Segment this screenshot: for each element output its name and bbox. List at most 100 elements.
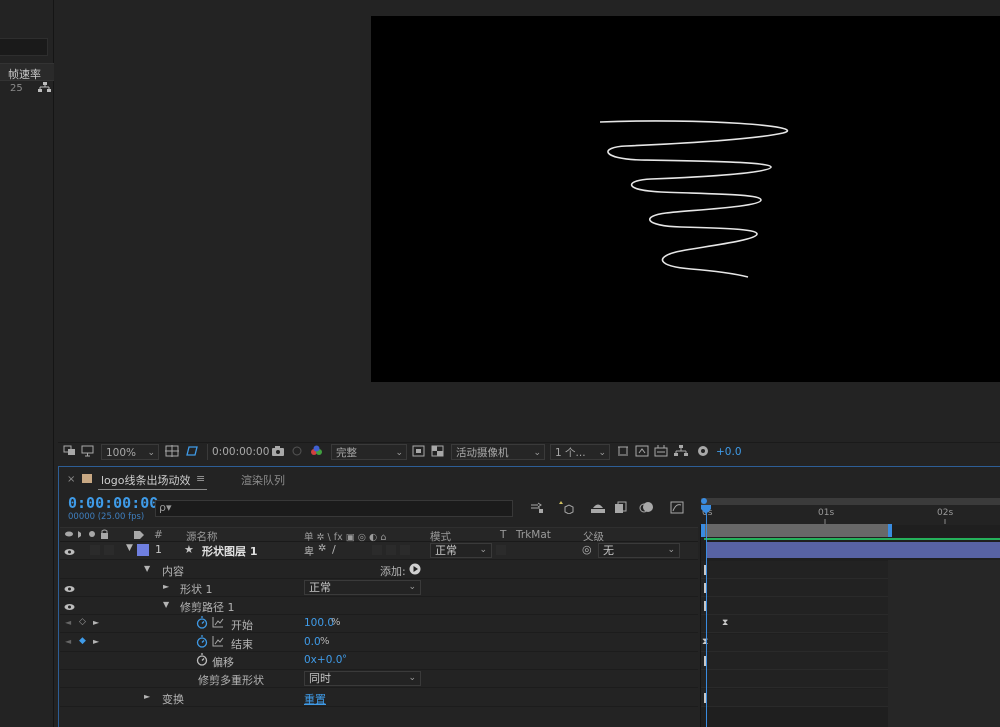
- add-menu-label[interactable]: 添加:: [380, 563, 406, 579]
- timeline-tab-comp[interactable]: logo线条出场动效: [101, 472, 191, 488]
- eye-visibility-icon[interactable]: [64, 546, 75, 559]
- solo-switch-box[interactable]: [104, 545, 114, 555]
- comp-flowchart-icon[interactable]: [674, 445, 688, 461]
- prev-keyframe-icon[interactable]: ◄: [65, 637, 71, 646]
- trim-multiple-shapes-row[interactable]: 修剪多重形状 同时 ⌄: [60, 670, 698, 688]
- toggle-pixel-aspect-icon[interactable]: [616, 445, 630, 461]
- trim-end-value[interactable]: 0.0: [304, 636, 321, 648]
- audio-switch-box[interactable]: [90, 545, 100, 555]
- shy-switch-icon[interactable]: 卑: [304, 543, 314, 558]
- motion-blur-icon[interactable]: [638, 501, 654, 517]
- exposure-value[interactable]: +0.0: [716, 444, 742, 460]
- layer-label-color[interactable]: [137, 544, 149, 556]
- snapshot-camera-icon[interactable]: [271, 445, 285, 461]
- timeline-track-transform[interactable]: [701, 689, 888, 707]
- current-time-display[interactable]: 0:00:00:00: [207, 444, 269, 460]
- pick-whip-icon[interactable]: ◎: [582, 543, 592, 556]
- time-ruler[interactable]: [700, 497, 1000, 525]
- work-area-bar[interactable]: [704, 524, 890, 537]
- project-column-header[interactable]: 帧速率: [0, 63, 54, 81]
- timeline-track-start[interactable]: [701, 615, 888, 633]
- composition-canvas[interactable]: [371, 16, 1000, 382]
- camera-view-dropdown[interactable]: 活动摄像机 ⌄: [451, 444, 545, 460]
- graph-editor-icon[interactable]: [670, 501, 684, 517]
- track-matte-column-header[interactable]: TrkMat: [516, 529, 551, 541]
- shy-layers-icon[interactable]: [590, 501, 606, 517]
- timeline-current-time[interactable]: 0:00:00:00: [68, 494, 158, 512]
- trim-start-row[interactable]: ◄ ◇ ► 开始 100.0 %: [60, 615, 698, 633]
- tab-menu-icon[interactable]: ≡: [196, 472, 205, 485]
- close-tab-icon[interactable]: ×: [67, 474, 75, 485]
- eye-visibility-icon[interactable]: [64, 601, 75, 614]
- composition-mini-flowchart-icon[interactable]: [530, 502, 544, 517]
- title-action-safe-icon[interactable]: [165, 445, 179, 461]
- trim-end-row[interactable]: ◄ ◆ ► 结束 0.0 %: [60, 634, 698, 652]
- transform-group-row[interactable]: ► 变换 重置: [60, 689, 698, 707]
- stopwatch-icon[interactable]: [196, 635, 208, 651]
- work-area-end-handle[interactable]: [888, 524, 892, 537]
- expand-triangle-icon[interactable]: ▼: [163, 600, 169, 609]
- timeline-track-contents[interactable]: [701, 561, 888, 579]
- flowchart-icon[interactable]: [38, 82, 51, 93]
- trim-offset-row[interactable]: 偏移 0x+0.0 °: [60, 652, 698, 670]
- quality-switch-icon[interactable]: /: [332, 543, 336, 556]
- graph-toggle-icon[interactable]: [212, 635, 224, 650]
- expand-triangle-icon[interactable]: ▼: [144, 564, 150, 573]
- av-switch-column-icon[interactable]: [64, 529, 124, 543]
- timeline-track-trim-multiple[interactable]: [701, 670, 888, 688]
- collapse-switch-icon[interactable]: ✲: [318, 543, 326, 554]
- prev-keyframe-icon[interactable]: ◄: [65, 618, 71, 627]
- keyframe-hourglass-icon[interactable]: ⧗: [722, 619, 728, 628]
- work-area-start-handle[interactable]: [701, 524, 705, 537]
- timeline-track-trim[interactable]: [701, 597, 888, 615]
- motion-blur-switch-box[interactable]: [386, 545, 396, 555]
- collapsed-triangle-icon[interactable]: ►: [144, 692, 150, 701]
- show-snapshot-icon[interactable]: [291, 445, 303, 461]
- collapsed-triangle-icon[interactable]: ►: [163, 582, 169, 591]
- keyframe-diamond-icon[interactable]: ◆: [79, 636, 86, 646]
- transparency-grid-icon[interactable]: [431, 445, 444, 461]
- adjustment-switch-box[interactable]: [400, 545, 410, 555]
- draft-3d-icon[interactable]: [558, 500, 574, 517]
- playhead-handle-icon[interactable]: [700, 505, 712, 515]
- parent-dropdown[interactable]: 无 ⌄: [598, 543, 680, 558]
- color-channels-icon[interactable]: [310, 445, 323, 461]
- resolution-dropdown[interactable]: 完整 ⌄: [331, 444, 407, 460]
- preserve-transparency-column-header[interactable]: T: [500, 529, 506, 541]
- frame-blending-icon[interactable]: [614, 501, 628, 517]
- timeline-track-offset[interactable]: [701, 652, 888, 670]
- expand-layer-triangle-icon[interactable]: ▼: [126, 543, 133, 553]
- layer-number-column-header[interactable]: #: [154, 529, 163, 541]
- fx-switch-box[interactable]: [372, 545, 382, 555]
- blend-mode-dropdown[interactable]: 正常 ⌄: [430, 543, 492, 558]
- trim-start-value[interactable]: 100.0: [304, 617, 334, 629]
- add-menu-arrow-icon[interactable]: [409, 563, 421, 578]
- keyframe-diamond-icon[interactable]: ◇: [79, 617, 86, 627]
- fast-previews-icon[interactable]: [635, 445, 649, 461]
- stopwatch-icon[interactable]: [196, 616, 208, 632]
- stopwatch-icon[interactable]: [196, 653, 208, 669]
- shape-group-row[interactable]: ► 形状 1 正常 ⌄: [60, 579, 698, 597]
- next-keyframe-icon[interactable]: ►: [93, 637, 99, 646]
- project-search-input[interactable]: [0, 38, 48, 56]
- frame-rate-column-header[interactable]: 帧速率: [8, 66, 41, 82]
- timeline-search-input[interactable]: ρ▾: [155, 500, 513, 517]
- spiral-line-shape[interactable]: [371, 16, 1000, 382]
- trim-paths-row[interactable]: ▼ 修剪路径 1: [60, 597, 698, 615]
- playhead-line[interactable]: [706, 510, 707, 727]
- layer-name[interactable]: 形状图层 1: [202, 543, 257, 559]
- layer-duration-bar[interactable]: [706, 542, 1000, 558]
- reset-link[interactable]: 重置: [304, 691, 326, 707]
- view-layout-dropdown[interactable]: 1 个... ⌄: [550, 444, 610, 460]
- timeline-track-shape[interactable]: [701, 579, 888, 597]
- region-of-interest-icon[interactable]: [412, 445, 425, 461]
- shape-blend-mode-dropdown[interactable]: 正常 ⌄: [304, 580, 421, 595]
- layer-row-1[interactable]: ▼ 1 ★ 形状图层 1 卑 ✲ / 正常 ⌄ ◎ 无 ⌄: [60, 542, 698, 560]
- switches-column-header[interactable]: 单 ✲ \ fx ▣ ◎ ◐ ⌂: [304, 529, 386, 543]
- preserve-transparency-box[interactable]: [496, 545, 506, 555]
- reset-exposure-icon[interactable]: [697, 445, 710, 461]
- graph-toggle-icon[interactable]: [212, 616, 224, 631]
- always-preview-icon[interactable]: [63, 445, 76, 461]
- tab-render-queue[interactable]: 渲染队列: [241, 472, 285, 488]
- timeline-track-end[interactable]: [701, 634, 888, 652]
